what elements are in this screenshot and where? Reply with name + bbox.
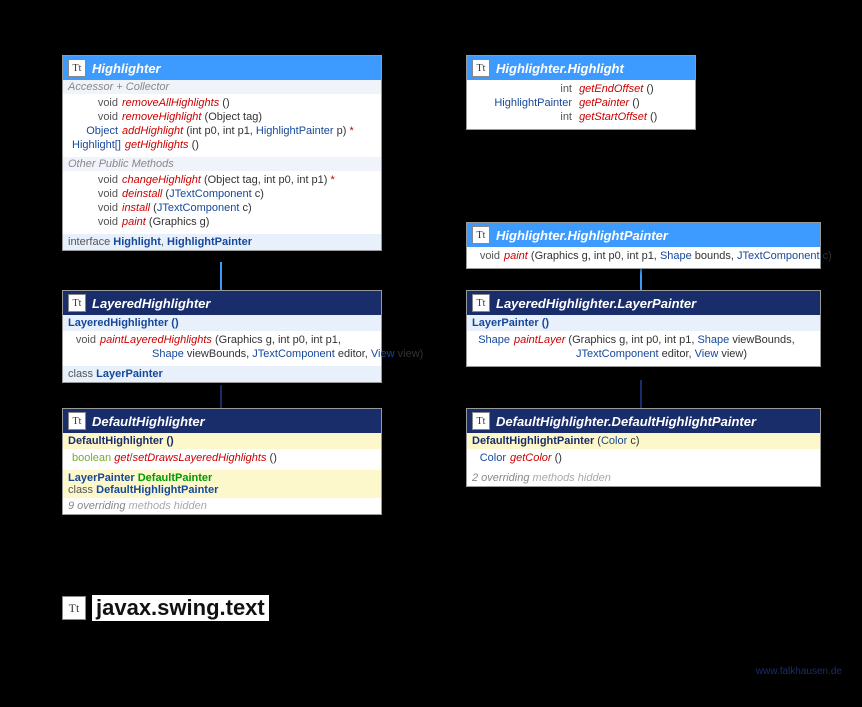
type-icon	[472, 294, 490, 312]
box-title: Highlighter.HighlightPainter	[496, 228, 668, 243]
type-icon	[62, 596, 86, 620]
methods: ColorgetColor ()	[467, 449, 820, 470]
methods: voidpaintLayeredHighlights (Graphics g, …	[63, 331, 381, 366]
hidden-note: 2 overriding methods hidden	[467, 470, 820, 486]
box-header: Highlighter	[63, 56, 381, 80]
box-highlight-painter: Highlighter.HighlightPainter voidpaint (…	[466, 222, 821, 269]
box-title: DefaultHighlighter	[92, 414, 205, 429]
section-label: Other Public Methods	[63, 157, 381, 171]
box-title: Highlighter	[92, 61, 161, 76]
constructor: DefaultHighlightPainter (Color c)	[467, 433, 820, 449]
box-title: Highlighter.Highlight	[496, 61, 624, 76]
package-label: javax.swing.text	[62, 595, 269, 621]
type-icon	[472, 226, 490, 244]
section-label: Accessor + Collector	[63, 80, 381, 94]
box-footer: interface Highlight, HighlightPainter	[63, 234, 381, 250]
box-header: Highlighter.HighlightPainter	[467, 223, 820, 247]
constructor: LayerPainter ()	[467, 315, 820, 331]
box-layer-painter: LayeredHighlighter.LayerPainter LayerPai…	[466, 290, 821, 367]
box-header: DefaultHighlighter.DefaultHighlightPaint…	[467, 409, 820, 433]
box-default-highlight-painter: DefaultHighlighter.DefaultHighlightPaint…	[466, 408, 821, 487]
box-highlighter: Highlighter Accessor + Collector voidrem…	[62, 55, 382, 251]
box-footer: class LayerPainter	[63, 366, 381, 382]
type-icon	[68, 59, 86, 77]
box-header: DefaultHighlighter	[63, 409, 381, 433]
watermark: www.falkhausen.de	[756, 666, 842, 677]
box-highlight: Highlighter.Highlight int getEndOffset (…	[466, 55, 696, 130]
box-title: LayeredHighlighter.LayerPainter	[496, 296, 696, 311]
hidden-note: 9 overriding methods hidden	[63, 498, 381, 514]
methods: int getEndOffset () HighlightPainter get…	[467, 80, 695, 129]
constructor: LayeredHighlighter ()	[63, 315, 381, 331]
methods-other: voidchangeHighlight (Object tag, int p0,…	[63, 171, 381, 234]
package-name: javax.swing.text	[92, 595, 269, 621]
box-title: LayeredHighlighter	[92, 296, 210, 311]
constructor: DefaultHighlighter ()	[63, 433, 381, 449]
box-footer: LayerPainter DefaultPainter class Defaul…	[63, 470, 381, 498]
box-title: DefaultHighlighter.DefaultHighlightPaint…	[496, 414, 756, 429]
box-header: LayeredHighlighter.LayerPainter	[467, 291, 820, 315]
type-icon	[472, 59, 490, 77]
type-icon	[472, 412, 490, 430]
methods: voidpaint (Graphics g, int p0, int p1, S…	[467, 247, 820, 268]
methods: boolean get/setDrawsLayeredHighlights ()	[63, 449, 381, 470]
type-icon	[68, 294, 86, 312]
connector	[640, 380, 642, 410]
box-layered-highlighter: LayeredHighlighter LayeredHighlighter ()…	[62, 290, 382, 383]
methods-accessor: voidremoveAllHighlights () voidremoveHig…	[63, 94, 381, 157]
box-header: Highlighter.Highlight	[467, 56, 695, 80]
box-default-highlighter: DefaultHighlighter DefaultHighlighter ()…	[62, 408, 382, 515]
connector	[220, 262, 222, 292]
type-icon	[68, 412, 86, 430]
box-header: LayeredHighlighter	[63, 291, 381, 315]
methods: ShapepaintLayer (Graphics g, int p0, int…	[467, 331, 820, 366]
connector	[220, 385, 222, 410]
